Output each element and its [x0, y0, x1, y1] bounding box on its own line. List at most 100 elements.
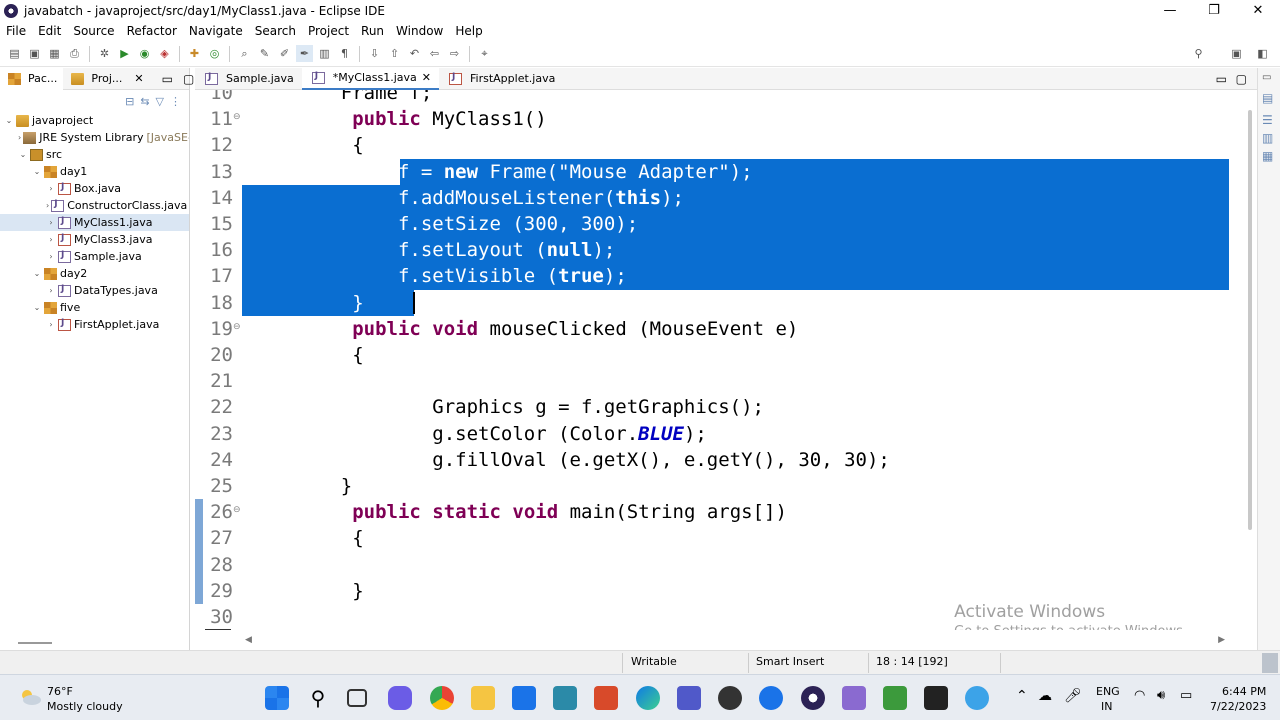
code-line[interactable]: 21: [195, 368, 1243, 394]
forward-icon[interactable]: ⇨: [446, 45, 463, 62]
file-explorer-icon[interactable]: [471, 686, 495, 710]
problems-view-icon[interactable]: ▥: [1262, 131, 1276, 145]
outline-view-icon[interactable]: ▤: [1262, 91, 1276, 105]
minimize-button[interactable]: —: [1148, 0, 1192, 21]
fold-toggle-icon[interactable]: ⊖: [233, 505, 241, 515]
tab-firstapplet-java[interactable]: FirstApplet.java: [439, 68, 563, 90]
back-icon[interactable]: ⇦: [426, 45, 443, 62]
chrome-icon[interactable]: [430, 686, 454, 710]
tree-item[interactable]: › JRE System Library [JavaSE-: [0, 129, 189, 146]
code-line[interactable]: 22 Graphics g = f.getGraphics();: [195, 394, 1243, 420]
tree-item[interactable]: ⌄ five: [0, 299, 189, 316]
open-type-icon[interactable]: ⌕: [236, 45, 253, 62]
task-view-icon[interactable]: [347, 689, 367, 707]
terminal-icon[interactable]: [924, 686, 948, 710]
tree-item[interactable]: ⌄ day1: [0, 163, 189, 180]
paint-icon[interactable]: [842, 686, 866, 710]
tree-item[interactable]: › MyClass3.java: [0, 231, 189, 248]
minimize-trim-icon[interactable]: ▭: [1262, 72, 1276, 83]
filter-icon[interactable]: ▽: [156, 95, 164, 108]
edge-icon[interactable]: [636, 686, 660, 710]
tree-item[interactable]: › DataTypes.java: [0, 282, 189, 299]
code-line[interactable]: 15 f.setSize (300, 300);: [195, 211, 1243, 237]
app-icon[interactable]: [553, 686, 577, 710]
tree-item[interactable]: › Sample.java: [0, 248, 189, 265]
microphone-icon[interactable]: 🎤︎: [1064, 688, 1082, 704]
block-selection-icon[interactable]: ▥: [316, 45, 333, 62]
wifi-icon[interactable]: ◠: [1134, 688, 1145, 703]
chevron-right-icon[interactable]: ›: [46, 235, 56, 244]
external-tools-icon[interactable]: ◈: [156, 45, 173, 62]
tree-item[interactable]: › ConstructorClass.java: [0, 197, 189, 214]
editor-horizontal-scrollbar[interactable]: ◀ ▶: [245, 635, 1225, 646]
debug-icon[interactable]: ✲: [96, 45, 113, 62]
close-button[interactable]: ✕: [1236, 0, 1280, 21]
console-view-icon[interactable]: ▦: [1262, 149, 1276, 163]
chevron-right-icon[interactable]: ›: [46, 201, 49, 210]
menu-project[interactable]: Project: [302, 24, 355, 38]
run-icon[interactable]: ▶: [116, 45, 133, 62]
teams-icon[interactable]: [677, 686, 701, 710]
java-perspective-icon[interactable]: ◧: [1254, 45, 1271, 62]
menu-refactor[interactable]: Refactor: [121, 24, 183, 38]
print-icon[interactable]: ⎙: [66, 45, 83, 62]
code-line[interactable]: 24 g.fillOval (e.getX(), e.getY(), 30, 3…: [195, 447, 1243, 473]
mail-icon[interactable]: [512, 686, 536, 710]
language-code[interactable]: ENG: [1096, 685, 1120, 698]
maximize-button[interactable]: ❐: [1192, 0, 1236, 21]
collapse-all-icon[interactable]: ⊟: [125, 95, 134, 108]
code-line[interactable]: 23 g.setColor (Color.BLUE);: [195, 421, 1243, 447]
tree-item[interactable]: › Box.java: [0, 180, 189, 197]
menu-search[interactable]: Search: [249, 24, 302, 38]
clock-time[interactable]: 6:44 PM: [1222, 685, 1266, 698]
code-line[interactable]: 13 f = new Frame("Mouse Adapter");: [195, 159, 1243, 185]
save-all-icon[interactable]: ▦: [46, 45, 63, 62]
chevron-right-icon[interactable]: ›: [18, 133, 21, 142]
view-menu-icon[interactable]: ⋮: [170, 95, 181, 108]
tab-package-explorer[interactable]: Pac...: [0, 67, 64, 90]
code-line[interactable]: 16 f.setLayout (null);: [195, 237, 1243, 263]
volume-icon[interactable]: 🔊︎: [1157, 688, 1165, 703]
menu-source[interactable]: Source: [67, 24, 120, 38]
store-icon[interactable]: [594, 686, 618, 710]
menu-run[interactable]: Run: [355, 24, 390, 38]
editor-vertical-scrollbar[interactable]: [1245, 110, 1255, 550]
search-icon[interactable]: ⚲: [306, 686, 330, 710]
chevron-down-icon[interactable]: ⌄: [4, 116, 14, 125]
menu-navigate[interactable]: Navigate: [183, 24, 249, 38]
chevron-right-icon[interactable]: ›: [46, 286, 56, 295]
chevron-down-icon[interactable]: ⌄: [32, 303, 42, 312]
code-editor[interactable]: 10 Frame f; 11 public MyClass1() 12 {13 f …: [195, 90, 1243, 630]
zoom-icon[interactable]: [759, 686, 783, 710]
open-perspective-icon[interactable]: ▣: [1228, 45, 1245, 62]
chevron-right-icon[interactable]: ›: [46, 218, 56, 227]
cloud-icon[interactable]: [18, 687, 42, 707]
weather-temp[interactable]: 76°F: [47, 685, 73, 698]
new-icon[interactable]: ▤: [6, 45, 23, 62]
eclipse-taskbar-icon[interactable]: [801, 686, 825, 710]
chevron-down-icon[interactable]: ⌄: [32, 167, 42, 176]
chevron-right-icon[interactable]: ›: [46, 184, 56, 193]
code-line[interactable]: 11 public MyClass1(): [195, 106, 1243, 132]
last-edit-icon[interactable]: ↶: [406, 45, 423, 62]
close-icon[interactable]: ✕: [422, 71, 431, 84]
show-whitespace-icon[interactable]: ¶: [336, 45, 353, 62]
search-tool-icon[interactable]: ✎: [256, 45, 273, 62]
clock-date[interactable]: 7/22/2023: [1210, 700, 1266, 713]
tab-sample-java[interactable]: Sample.java: [195, 68, 302, 90]
new-class-icon[interactable]: ◎: [206, 45, 223, 62]
chevron-right-icon[interactable]: ›: [46, 252, 56, 261]
code-line[interactable]: 25 }: [195, 473, 1243, 499]
chevron-down-icon[interactable]: ⌄: [32, 269, 42, 278]
tree-item[interactable]: ⌄ javaproject: [0, 112, 189, 129]
chevron-up-icon[interactable]: ⌃: [1016, 688, 1028, 704]
tree-item[interactable]: › MyClass1.java: [0, 214, 189, 231]
code-line[interactable]: 14 f.addMouseListener(this);: [195, 185, 1243, 211]
menu-file[interactable]: File: [0, 24, 32, 38]
close-icon[interactable]: ✕: [134, 72, 143, 85]
task-list-icon[interactable]: ☰: [1262, 113, 1276, 127]
menu-edit[interactable]: Edit: [32, 24, 67, 38]
chat-icon[interactable]: [388, 686, 412, 710]
weather-desc[interactable]: Mostly cloudy: [47, 700, 123, 713]
code-line[interactable]: 26 public static void main(String args[]…: [195, 499, 1243, 525]
